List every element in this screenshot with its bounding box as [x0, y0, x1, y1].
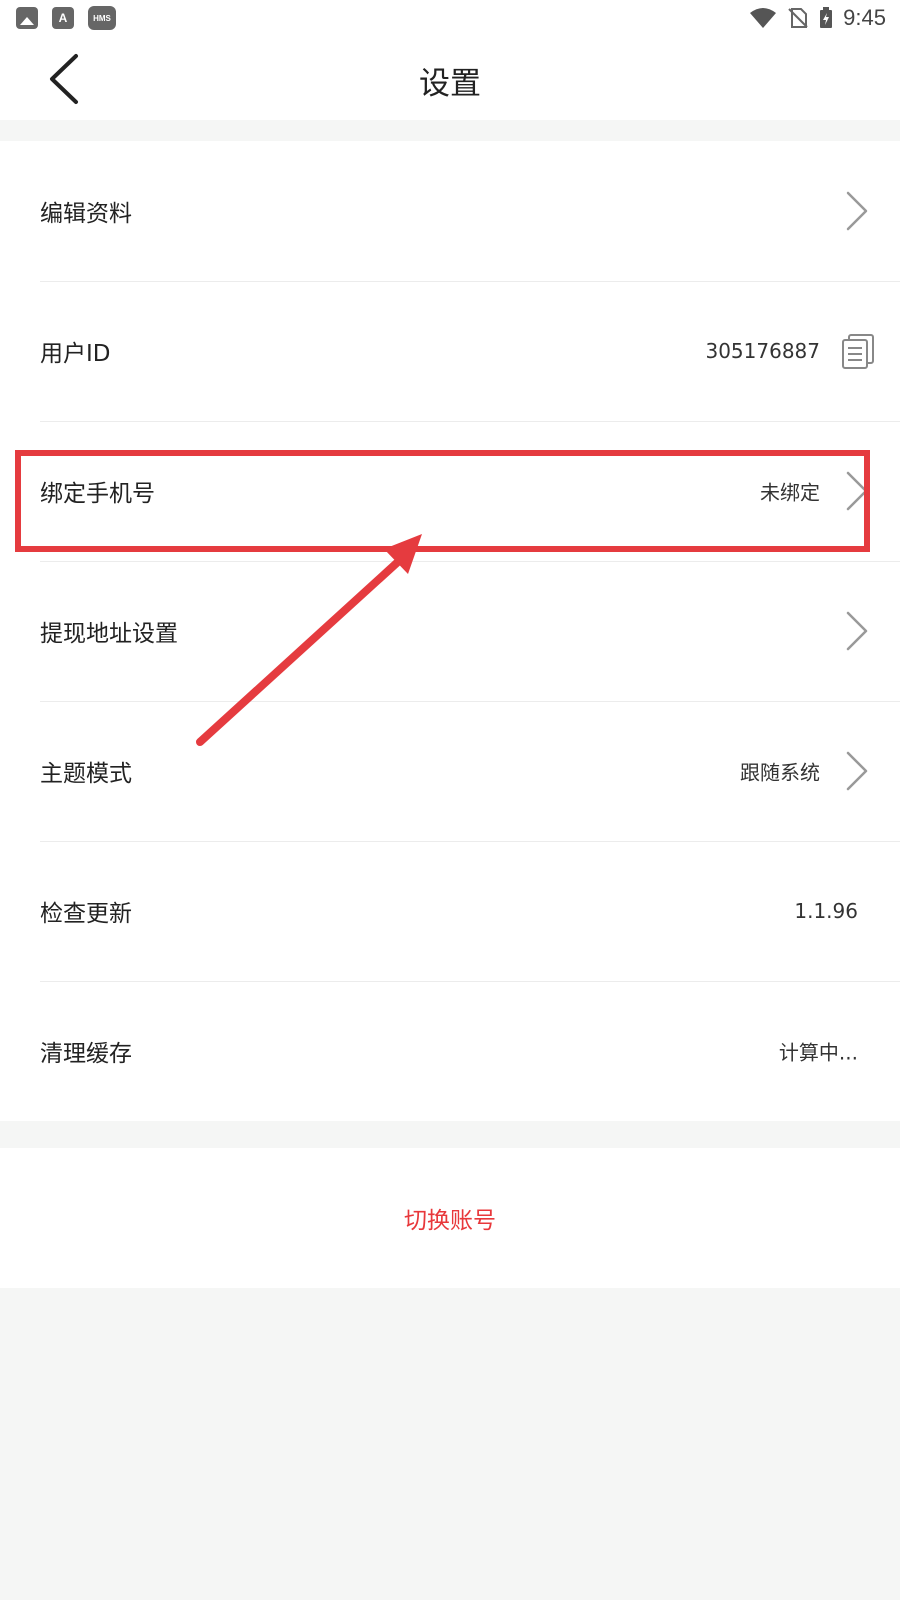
wifi-icon: [750, 8, 777, 28]
status-notification-icons: A HMS: [16, 6, 116, 30]
settings-item-label: 提现地址设置: [40, 621, 178, 647]
theme-mode-value: 跟随系统: [740, 760, 820, 785]
status-time: 9:45: [843, 5, 886, 30]
settings-item-label: 清理缓存: [40, 1041, 132, 1067]
chevron-right-icon: [846, 191, 868, 231]
version-value: 1.1.96: [794, 899, 858, 923]
settings-item-label: 绑定手机号: [40, 481, 155, 507]
status-bar: A HMS 9:45: [0, 0, 900, 40]
switch-account-label: 切换账号: [404, 1208, 496, 1234]
settings-item-label: 编辑资料: [40, 201, 132, 227]
settings-item-withdraw-address[interactable]: 提现地址设置: [0, 561, 900, 701]
header: 设置: [0, 40, 900, 120]
no-sim-icon: [788, 8, 808, 28]
bind-phone-status: 未绑定: [760, 480, 820, 505]
settings-item-edit-profile[interactable]: 编辑资料: [0, 141, 900, 281]
chevron-right-icon: [846, 751, 868, 791]
battery-charging-icon: [820, 7, 833, 28]
status-system-icons: 9:45: [749, 5, 886, 31]
settings-item-label: 检查更新: [40, 901, 132, 927]
gallery-icon: [16, 7, 38, 29]
settings-item-theme-mode[interactable]: 主题模式 跟随系统: [0, 701, 900, 841]
settings-item-check-update[interactable]: 检查更新 1.1.96: [0, 841, 900, 981]
settings-item-label: 用户ID: [40, 341, 111, 367]
copy-icon[interactable]: [840, 333, 876, 369]
cache-size-value: 计算中...: [778, 1040, 858, 1065]
hms-icon: HMS: [88, 6, 116, 30]
chevron-right-icon: [846, 471, 868, 511]
page-title: 设置: [419, 66, 481, 102]
settings-item-user-id: 用户ID 305176887: [0, 281, 900, 421]
settings-list: 编辑资料 用户ID 305176887 绑定手机号 未绑定 提现地址设置 主题模…: [0, 141, 900, 1121]
settings-item-bind-phone[interactable]: 绑定手机号 未绑定: [0, 421, 900, 561]
switch-account-button[interactable]: 切换账号: [0, 1148, 900, 1288]
settings-item-label: 主题模式: [40, 761, 132, 787]
chevron-right-icon: [846, 611, 868, 651]
user-id-value: 305176887: [705, 339, 820, 363]
settings-item-clear-cache[interactable]: 清理缓存 计算中...: [0, 981, 900, 1121]
a-icon: A: [52, 7, 74, 29]
